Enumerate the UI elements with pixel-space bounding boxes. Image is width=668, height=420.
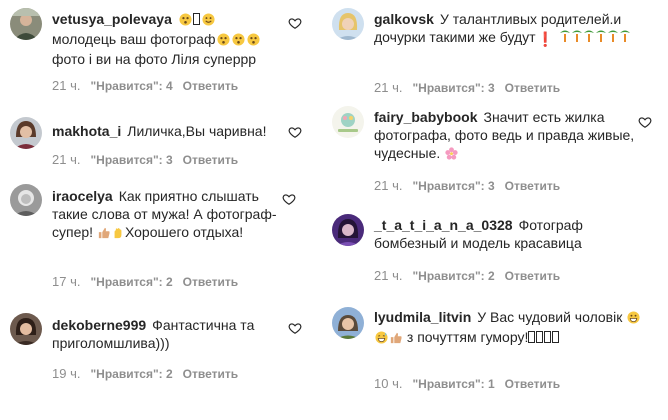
unknown-glyph-icon bbox=[552, 331, 560, 343]
like-heart-icon[interactable] bbox=[288, 16, 302, 30]
likes-count[interactable]: "Нравится": 3 bbox=[412, 81, 494, 95]
reply-button[interactable]: Ответить bbox=[505, 377, 560, 391]
timestamp: 21 ч. bbox=[52, 78, 81, 93]
cherry-blossom-emoji-icon bbox=[445, 146, 458, 164]
timestamp: 21 ч. bbox=[374, 80, 403, 95]
comment: iraocelya Как приятно слышать такие слова… bbox=[0, 180, 318, 296]
comment: makhota_i Лиличка,Вы чаривна! 21 ч. "Нрави… bbox=[0, 112, 318, 174]
avatar[interactable] bbox=[332, 307, 364, 339]
comment-meta: 19 ч. "Нравится": 2 Ответить bbox=[52, 366, 248, 381]
avatar[interactable] bbox=[10, 8, 42, 40]
comment-text: Хорошего отдыха! bbox=[124, 224, 244, 240]
comment-text: фото і ви на фото Ліля суперрр bbox=[52, 51, 257, 67]
comment: fairy_babybook Значит есть жилка фотограф… bbox=[322, 104, 668, 200]
thumbs-up-emoji-icon bbox=[390, 330, 402, 348]
reply-button[interactable]: Ответить bbox=[505, 81, 560, 95]
username[interactable]: _t_a_t_i_a_n_a_0328 bbox=[374, 217, 513, 233]
timestamp: 21 ч. bbox=[374, 178, 403, 193]
timestamp: 21 ч. bbox=[374, 268, 403, 283]
thumbs-up-emoji-icon bbox=[98, 225, 110, 243]
comment-meta: 10 ч. "Нравится": 1 Ответить bbox=[374, 376, 570, 391]
unknown-glyph-icon bbox=[192, 13, 200, 25]
comment-meta: 17 ч. "Нравится": 2 Ответить bbox=[52, 274, 248, 289]
unknown-glyph-icon bbox=[544, 331, 552, 343]
timestamp: 19 ч. bbox=[52, 366, 81, 381]
comment: vetusya_polevaya молодець ваш фотограф ф… bbox=[0, 0, 318, 104]
username[interactable]: galkovsk bbox=[374, 11, 434, 27]
username[interactable]: lyudmila_litvin bbox=[374, 309, 471, 325]
username[interactable]: dekoberne999 bbox=[52, 317, 146, 333]
likes-count[interactable]: "Нравится": 3 bbox=[90, 153, 172, 167]
comment: dekoberne999 Фантастична та приголомшлива… bbox=[0, 308, 318, 420]
username[interactable]: vetusya_polevaya bbox=[52, 11, 172, 27]
timestamp: 10 ч. bbox=[374, 376, 403, 391]
likes-count[interactable]: "Нравится": 2 bbox=[90, 367, 172, 381]
comment-body: lyudmila_litvin У Вас чудовий чоловік з п… bbox=[374, 308, 646, 348]
astonished-emoji-icon bbox=[216, 32, 230, 50]
palm-trees-emoji-icon bbox=[559, 29, 637, 45]
username[interactable]: iraocelya bbox=[52, 188, 113, 204]
comment: galkovsk У талантливых родителей.и дочурк… bbox=[322, 0, 668, 100]
reply-button[interactable]: Ответить bbox=[505, 179, 560, 193]
smile-emoji-icon bbox=[202, 12, 215, 30]
comment-body: _t_a_t_i_a_n_a_0328 Фотограф бомбезный и … bbox=[374, 216, 646, 252]
timestamp: 21 ч. bbox=[52, 152, 81, 167]
grinning-emoji-icon bbox=[627, 310, 640, 328]
comment-meta: 21 ч. "Нравится": 2 Ответить bbox=[374, 268, 570, 283]
comment-text: з почуттям гумору! bbox=[406, 329, 529, 345]
comment-body: iraocelya Как приятно слышать такие слова… bbox=[52, 187, 284, 243]
avatar[interactable] bbox=[10, 184, 42, 216]
avatar[interactable] bbox=[332, 106, 364, 138]
comment-meta: 21 ч. "Нравится": 3 Ответить bbox=[52, 152, 248, 167]
comment: lyudmila_litvin У Вас чудовий чоловік з п… bbox=[322, 300, 668, 420]
like-heart-icon[interactable] bbox=[288, 321, 302, 335]
username[interactable]: makhota_i bbox=[52, 123, 121, 139]
astonished-emoji-icon bbox=[179, 12, 192, 30]
reply-button[interactable]: Ответить bbox=[183, 153, 238, 167]
comment-meta: 21 ч. "Нравится": 3 Ответить bbox=[374, 80, 570, 95]
comment-body: galkovsk У талантливых родителей.и дочурк… bbox=[374, 10, 646, 48]
reply-button[interactable]: Ответить bbox=[183, 79, 238, 93]
comment-body: dekoberne999 Фантастична та приголомшлива… bbox=[52, 316, 284, 352]
hand-emoji-icon bbox=[112, 225, 124, 243]
comment-meta: 21 ч. "Нравится": 3 Ответить bbox=[374, 178, 570, 193]
astonished-emoji-icon bbox=[231, 32, 245, 50]
like-heart-icon[interactable] bbox=[638, 115, 652, 129]
avatar[interactable] bbox=[332, 214, 364, 246]
username[interactable]: fairy_babybook bbox=[374, 109, 477, 125]
exclamation-emoji-icon: ❗ bbox=[536, 31, 555, 47]
comment-text: Лиличка,Вы чаривна! bbox=[127, 123, 267, 139]
comment-body: vetusya_polevaya молодець ваш фотограф ф… bbox=[52, 10, 284, 68]
reply-button[interactable]: Ответить bbox=[183, 367, 238, 381]
astonished-emoji-icon bbox=[246, 32, 260, 50]
likes-count[interactable]: "Нравится": 1 bbox=[412, 377, 494, 391]
like-heart-icon[interactable] bbox=[282, 192, 296, 206]
like-heart-icon[interactable] bbox=[288, 125, 302, 139]
unknown-glyph-icon bbox=[528, 331, 536, 343]
likes-count[interactable]: "Нравится": 2 bbox=[90, 275, 172, 289]
avatar[interactable] bbox=[332, 8, 364, 40]
reply-button[interactable]: Ответить bbox=[505, 269, 560, 283]
unknown-glyph-icon bbox=[536, 331, 544, 343]
likes-count[interactable]: "Нравится": 3 bbox=[412, 179, 494, 193]
comment-body: fairy_babybook Значит есть жилка фотограф… bbox=[374, 108, 638, 164]
comment-text: У Вас чудовий чоловік bbox=[477, 309, 623, 325]
reply-button[interactable]: Ответить bbox=[183, 275, 238, 289]
comment-text: молодець ваш фотограф bbox=[52, 31, 216, 47]
timestamp: 17 ч. bbox=[52, 274, 81, 289]
comment: _t_a_t_i_a_n_a_0328 Фотограф бомбезный и … bbox=[322, 210, 668, 292]
comment-body: makhota_i Лиличка,Вы чаривна! bbox=[52, 122, 284, 140]
comment-meta: 21 ч. "Нравится": 4 Ответить bbox=[52, 78, 248, 93]
sweat-smile-emoji-icon bbox=[375, 330, 388, 348]
likes-count[interactable]: "Нравится": 2 bbox=[412, 269, 494, 283]
likes-count[interactable]: "Нравится": 4 bbox=[90, 79, 172, 93]
avatar[interactable] bbox=[10, 117, 42, 149]
avatar[interactable] bbox=[10, 313, 42, 345]
